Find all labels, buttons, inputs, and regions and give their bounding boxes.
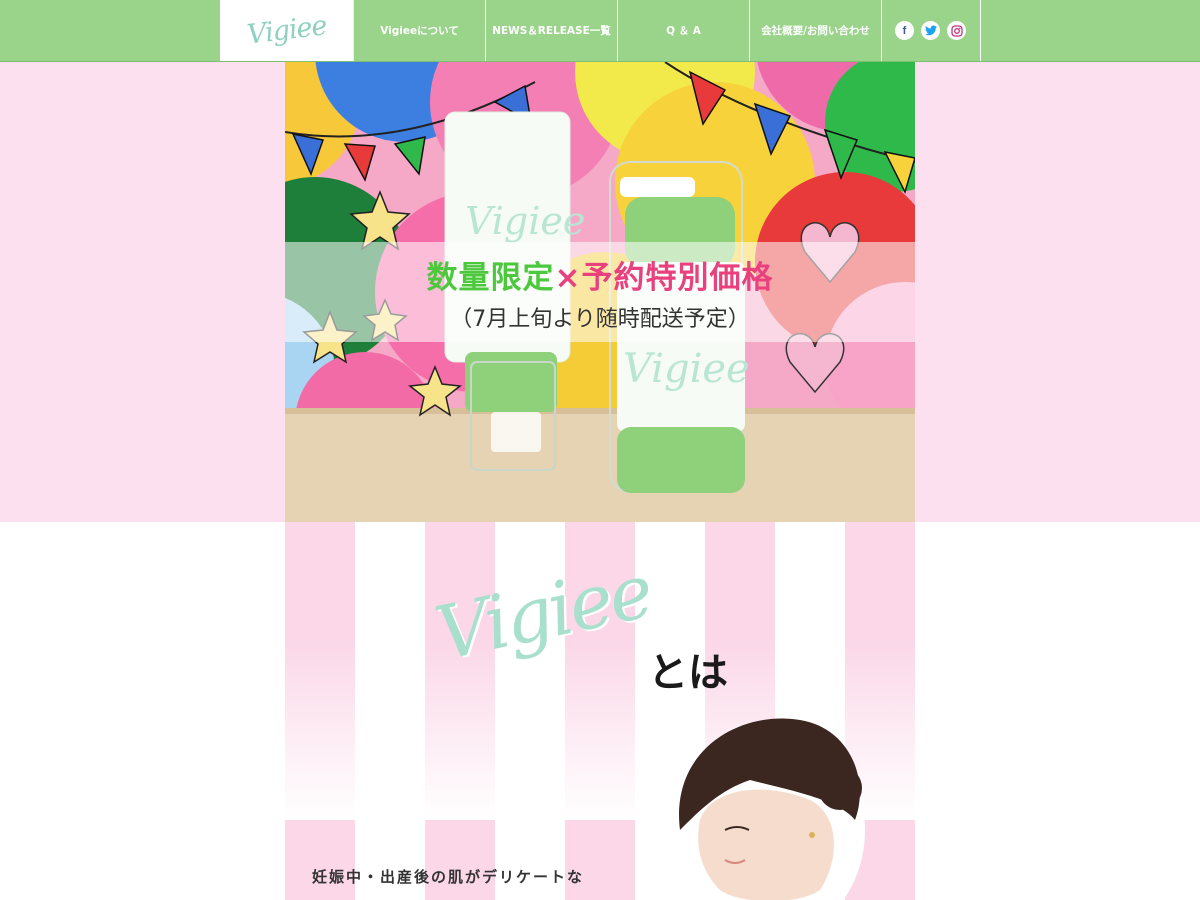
nav-inner: Vigiee Vigieeについて NEWS＆RELEASE一覧 Q ＆ A 会… [220, 0, 981, 61]
svg-text:Vigiee: Vigiee [465, 199, 585, 243]
hero-subheadline: （7月上旬より随時配送予定） [450, 306, 750, 332]
about-heading-suffix: とは [648, 650, 728, 696]
hero-caption: 数量限定×予約特別価格 （7月上旬より随時配送予定） [285, 242, 915, 342]
hero-banner[interactable]: Vigiee Vigiee 数量限定×予約特別価格 （7月上旬より随時配送予定） [285, 62, 915, 522]
nav-item-qa[interactable]: Q ＆ A [618, 0, 750, 61]
hero-headline-times: × [554, 259, 582, 296]
hero-headline-price: 予約特別価格 [581, 259, 774, 296]
hero-headline: 数量限定×予約特別価格 [427, 252, 774, 297]
nav-item-news[interactable]: NEWS＆RELEASE一覧 [486, 0, 618, 61]
nav-item-about[interactable]: Vigieeについて [354, 0, 486, 61]
instagram-icon[interactable] [947, 21, 966, 40]
site-logo-text: Vigiee [245, 10, 329, 51]
model-photo [675, 718, 865, 900]
top-navigation: Vigiee Vigieeについて NEWS＆RELEASE一覧 Q ＆ A 会… [0, 0, 1200, 62]
nav-item-company-contact[interactable]: 会社概要/お問い合わせ [750, 0, 882, 61]
facebook-icon[interactable]: f [895, 21, 914, 40]
site-logo[interactable]: Vigiee [221, 0, 354, 61]
svg-text:Vigiee: Vigiee [623, 346, 750, 392]
about-tagline: 妊娠中・出産後の肌がデリケートな [312, 868, 585, 886]
hero-headline-limited: 数量限定 [426, 259, 555, 296]
twitter-icon[interactable] [921, 21, 940, 40]
social-links: f [882, 0, 980, 61]
